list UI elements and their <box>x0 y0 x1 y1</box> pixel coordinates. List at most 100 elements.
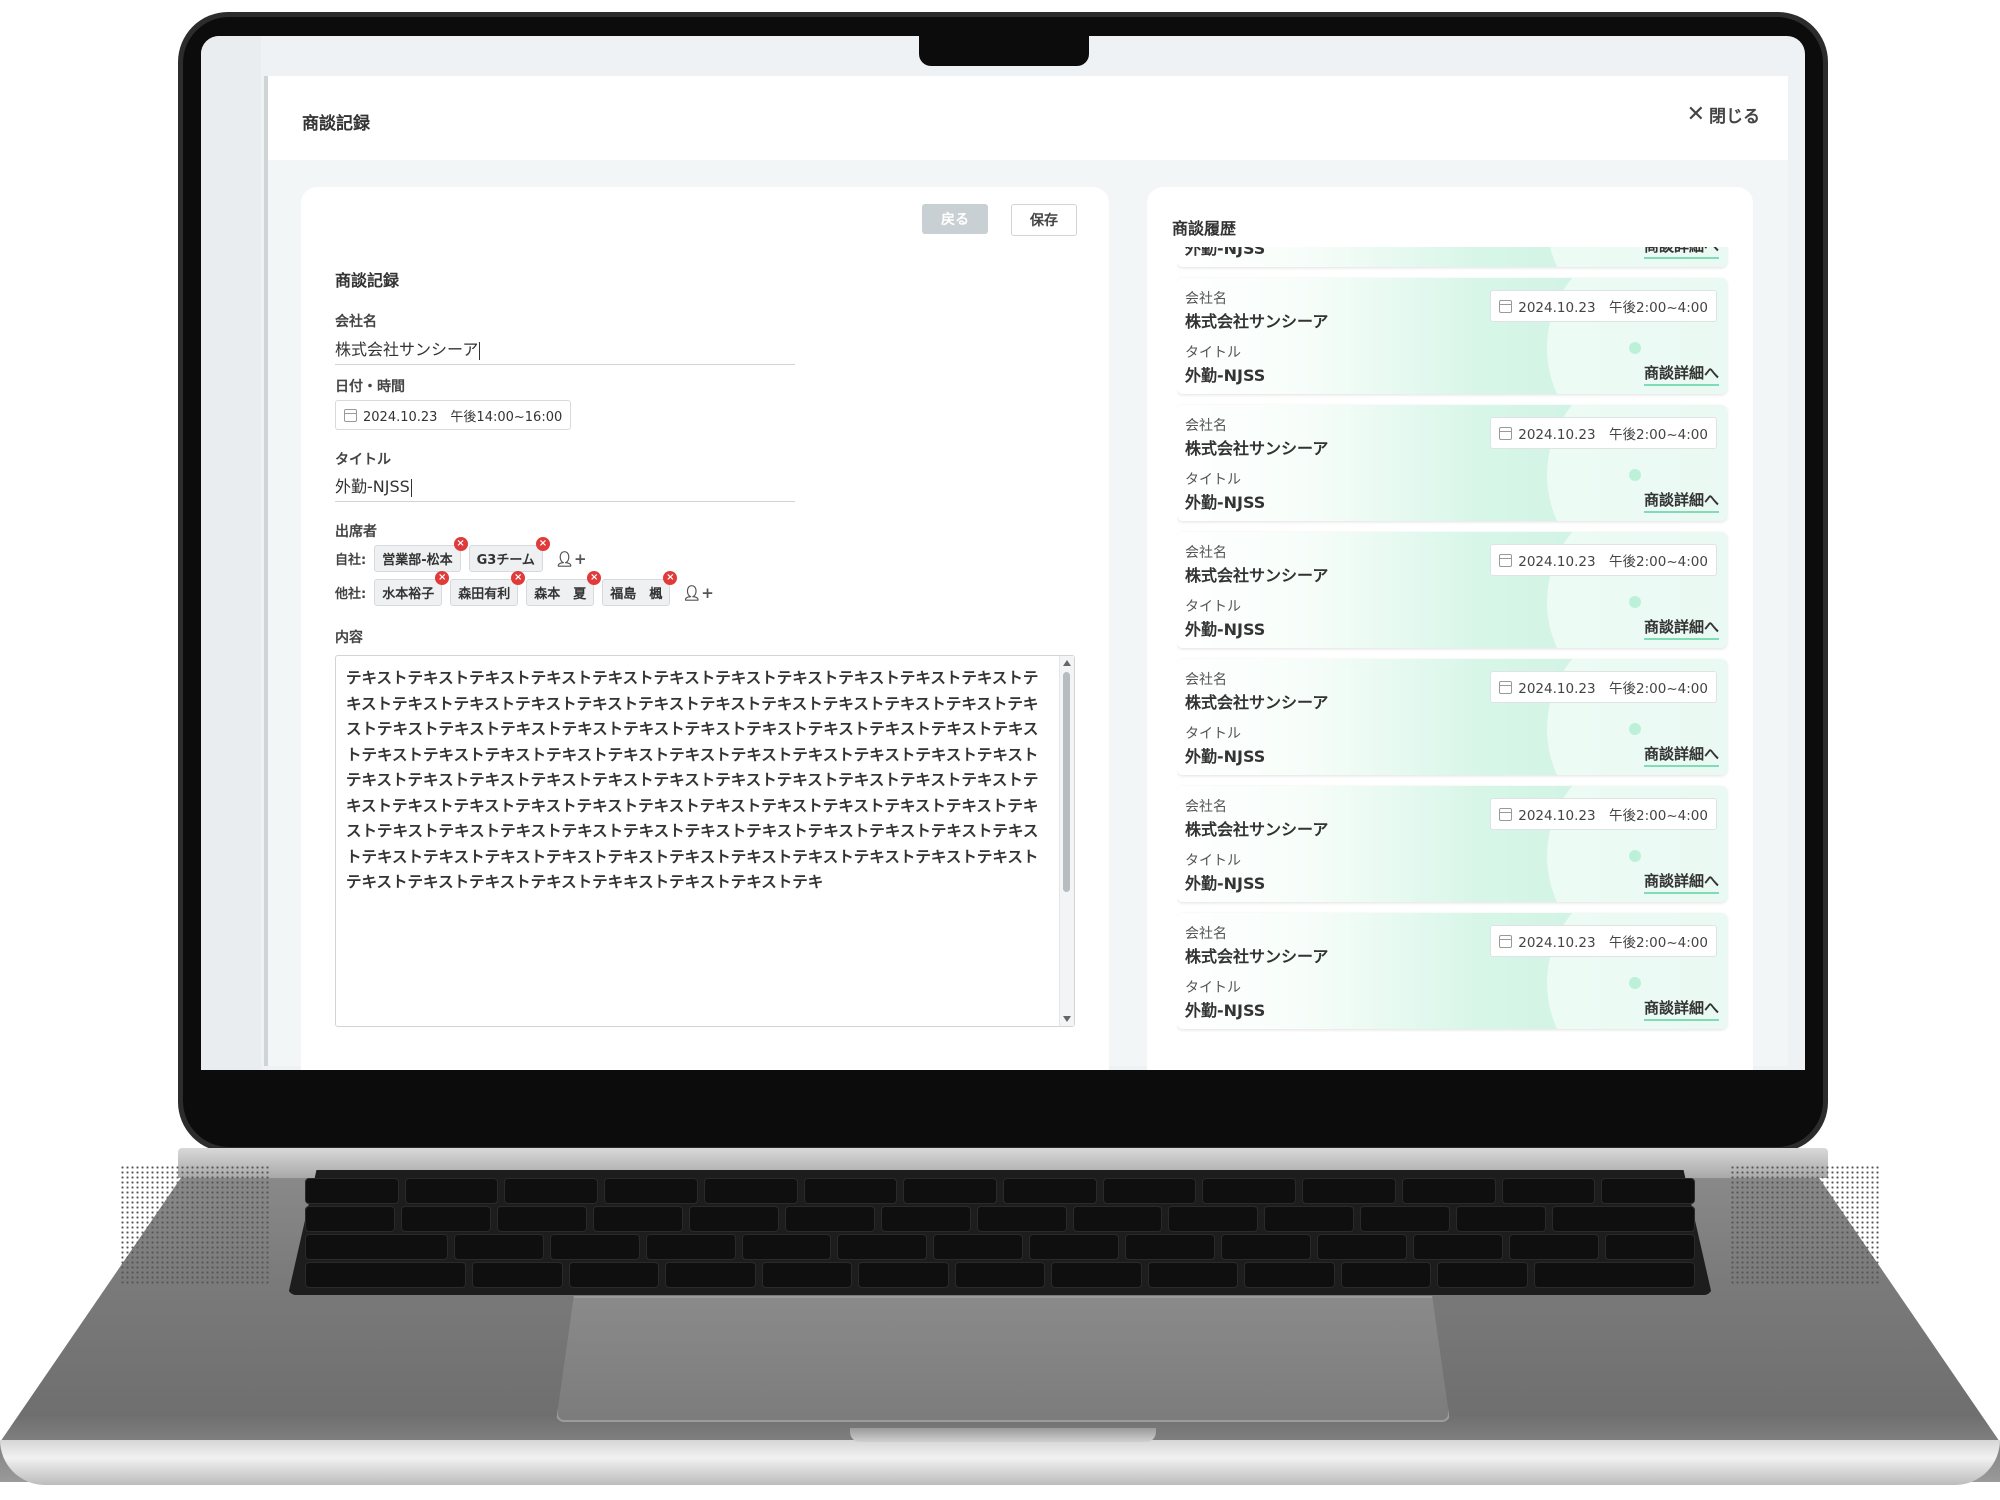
content-textarea[interactable]: テキストテキストテキストテキストテキストテキストテキストテキストテキストテキスト… <box>335 655 1075 1027</box>
meeting-detail-link[interactable]: 商談詳細へ <box>1643 743 1719 767</box>
content-value: テキストテキストテキストテキストテキストテキストテキストテキストテキストテキスト… <box>346 669 1039 891</box>
history-date-value: 2024.10.23 午後2:00~4:00 <box>1518 554 1708 570</box>
modal-title: 商談記録 <box>302 114 370 134</box>
history-title-value: 外勤-NJSS <box>1185 1001 1266 1020</box>
history-date-value: 2024.10.23 午後2:00~4:00 <box>1518 681 1708 697</box>
history-list-inner: 会社名株式会社サンシーア2024.10.23 午後2:00~4:00タイトル外勤… <box>1177 247 1743 1040</box>
remove-icon[interactable]: × <box>511 571 526 585</box>
lid-opening-notch <box>850 1428 1156 1442</box>
attendee-chip[interactable]: 森田有利 × <box>450 571 526 606</box>
screen: 商談記録 ✕ 閉じる 戻る 保存 商談記録 会社名 株式会社サンシーア 日付・時… <box>201 36 1805 1070</box>
add-person-icon[interactable]: 👤︎+ <box>555 550 587 568</box>
decorative-dot <box>1629 596 1641 608</box>
company-field[interactable]: 株式会社サンシーア <box>335 336 795 365</box>
history-company-value: 株式会社サンシーア <box>1185 947 1329 966</box>
attendee-name: 森本 夏 <box>534 587 587 602</box>
meeting-detail-link[interactable]: 商談詳細へ <box>1643 362 1719 386</box>
history-item: 会社名株式会社サンシーア 2024.10.23 午後2:00~4:00 タイトル外勤… <box>1177 278 1727 394</box>
meeting-detail-link[interactable]: 商談詳細へ <box>1643 247 1719 259</box>
text-cursor <box>410 478 412 497</box>
scroll-down-arrow-icon[interactable] <box>1063 1016 1071 1022</box>
decorative-dot <box>1629 469 1641 481</box>
keyboard-row <box>305 1234 1695 1260</box>
close-button[interactable]: ✕ 閉じる <box>1687 102 1760 127</box>
keyboard-row <box>305 1178 1696 1204</box>
datetime-label: 日付・時間 <box>335 379 405 395</box>
history-list[interactable]: 会社名株式会社サンシーア2024.10.23 午後2:00~4:00タイトル外勤… <box>1177 247 1743 1070</box>
attendee-name: 森田有利 <box>458 587 511 602</box>
decorative-dot <box>1629 977 1641 989</box>
laptop-base-lip <box>0 1440 2000 1485</box>
close-icon: ✕ <box>1686 101 1705 127</box>
calendar-icon <box>344 408 357 422</box>
datetime-value: 2024.10.23 午後14:00~16:00 <box>363 409 563 425</box>
history-title-label: タイトル <box>1185 599 1241 615</box>
background-sidebar <box>201 36 261 1070</box>
keyboard-row <box>305 1206 1695 1232</box>
attendee-chip[interactable]: 水本裕子 × <box>374 571 450 606</box>
back-button[interactable]: 戻る <box>922 204 988 234</box>
attendee-name: 福島 楓 <box>610 587 663 602</box>
speaker-grille-left <box>120 1165 270 1285</box>
history-company-value: 株式会社サンシーア <box>1185 566 1329 585</box>
calendar-icon <box>1499 680 1513 694</box>
remove-icon[interactable]: × <box>587 571 602 585</box>
history-item: 会社名株式会社サンシーア 2024.10.23 午後2:00~4:00 タイトル外勤… <box>1177 913 1727 1029</box>
remove-icon[interactable]: × <box>453 537 468 551</box>
meeting-detail-link[interactable]: 商談詳細へ <box>1643 616 1719 640</box>
remove-icon[interactable]: × <box>535 537 550 551</box>
history-company-label: 会社名 <box>1185 291 1227 307</box>
history-title-value: 外勤-NJSS <box>1185 366 1266 385</box>
history-title-value: 外勤-NJSS <box>1185 747 1266 766</box>
title-label: タイトル <box>335 452 391 468</box>
remove-icon[interactable]: × <box>663 571 678 585</box>
calendar-icon <box>1499 553 1513 567</box>
add-person-icon[interactable]: 👤︎+ <box>682 584 714 602</box>
other-company-label: 他社: <box>335 587 367 602</box>
attendee-name: 営業部-松本 <box>382 553 453 568</box>
datetime-picker[interactable]: 2024.10.23 午後14:00~16:00 <box>335 400 572 430</box>
meeting-record-modal: 商談記録 ✕ 閉じる 戻る 保存 商談記録 会社名 株式会社サンシーア 日付・時… <box>264 76 1788 1070</box>
attendee-chip[interactable]: 営業部-松本 × <box>374 537 468 572</box>
scroll-thumb[interactable] <box>1063 672 1070 892</box>
own-company-label: 自社: <box>335 553 367 568</box>
history-date-chip: 2024.10.23 午後2:00~4:00 <box>1490 925 1717 957</box>
other-attendees-row: 他社: 水本裕子 × 森田有利 × 森本 夏 × 福島 楓 × 👤︎+ <box>335 571 714 606</box>
history-company-label: 会社名 <box>1185 672 1227 688</box>
history-company-label: 会社名 <box>1185 545 1227 561</box>
meeting-detail-link[interactable]: 商談詳細へ <box>1643 489 1719 513</box>
meeting-detail-link[interactable]: 商談詳細へ <box>1643 997 1719 1021</box>
meeting-detail-link[interactable]: 商談詳細へ <box>1643 870 1719 894</box>
history-title-label: タイトル <box>1185 726 1241 742</box>
form-section-title: 商談記録 <box>335 271 400 290</box>
history-date-chip: 2024.10.23 午後2:00~4:00 <box>1490 798 1717 830</box>
save-button[interactable]: 保存 <box>1011 204 1077 236</box>
history-title-label: タイトル <box>1185 472 1241 488</box>
history-date-chip: 2024.10.23 午後2:00~4:00 <box>1490 544 1717 576</box>
scroll-up-arrow-icon[interactable] <box>1063 660 1071 666</box>
attendee-chip[interactable]: G3チーム × <box>468 537 550 572</box>
remove-icon[interactable]: × <box>435 571 450 585</box>
calendar-icon <box>1499 426 1513 440</box>
history-company-value: 株式会社サンシーア <box>1185 439 1329 458</box>
title-field[interactable]: 外勤-NJSS <box>335 473 795 502</box>
history-date-value: 2024.10.23 午後2:00~4:00 <box>1518 427 1708 443</box>
own-attendees-row: 自社: 営業部-松本 × G3チーム × 👤︎+ <box>335 537 587 572</box>
history-date-chip: 2024.10.23 午後2:00~4:00 <box>1490 671 1717 703</box>
speaker-grille-right <box>1730 1165 1880 1285</box>
history-title-label: タイトル <box>1185 980 1241 996</box>
meeting-history-card: 商談履歴 会社名株式会社サンシーア2024.10.23 午後2:00~4:00タ… <box>1147 187 1753 1070</box>
history-title-value: 外勤-NJSS <box>1185 247 1266 258</box>
attendee-chip[interactable]: 森本 夏 × <box>526 571 602 606</box>
textarea-scrollbar[interactable] <box>1059 656 1074 1026</box>
history-item: 会社名株式会社サンシーア 2024.10.23 午後2:00~4:00 タイトル外勤… <box>1177 532 1727 648</box>
history-title-value: 外勤-NJSS <box>1185 874 1266 893</box>
content-label: 内容 <box>335 630 363 646</box>
history-title-value: 外勤-NJSS <box>1185 620 1266 639</box>
attendee-chip[interactable]: 福島 楓 × <box>602 571 678 606</box>
company-value: 株式会社サンシーア <box>335 340 479 359</box>
history-company-label: 会社名 <box>1185 926 1227 942</box>
meeting-form-card: 戻る 保存 商談記録 会社名 株式会社サンシーア 日付・時間 2024.10.2… <box>301 187 1109 1070</box>
camera-notch <box>919 36 1089 66</box>
history-company-label: 会社名 <box>1185 799 1227 815</box>
